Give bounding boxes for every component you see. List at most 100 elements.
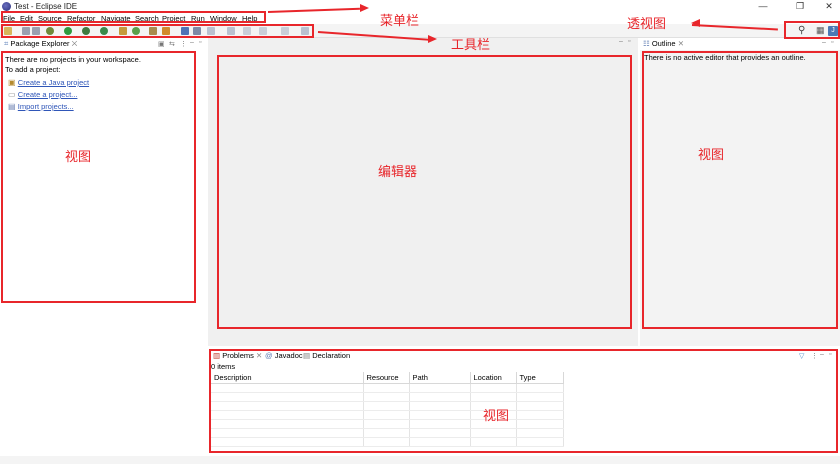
search-icon[interactable] — [181, 27, 189, 35]
next-annotation-icon[interactable] — [207, 27, 215, 35]
close-icon[interactable]: ✕ — [256, 351, 262, 360]
tab-declaration[interactable]: ▤ Declaration — [303, 350, 350, 362]
package-explorer-body: There are no projects in your workspace.… — [0, 50, 208, 350]
menu-navigate[interactable]: Navigate — [101, 14, 131, 24]
status-bar — [0, 456, 840, 464]
table-row — [211, 419, 564, 429]
menu-refactor[interactable]: Refactor — [67, 14, 95, 24]
window-title: Test - Eclipse IDE — [14, 2, 78, 11]
save-icon[interactable] — [22, 27, 30, 35]
menu-edit[interactable]: Edit — [20, 14, 33, 24]
menu-bar: File Edit Source Refactor Navigate Searc… — [0, 14, 840, 24]
debug-icon[interactable] — [46, 27, 54, 35]
menu-project[interactable]: Project — [162, 14, 185, 24]
title-bar: Test - Eclipse IDE — ❐ ✕ — [0, 0, 840, 14]
column-path[interactable]: Path — [409, 372, 471, 384]
open-type-icon[interactable] — [162, 27, 170, 35]
column-type[interactable]: Type — [516, 372, 564, 384]
tab-package-explorer[interactable]: ⌗ Package Explorer ✕ — [4, 38, 77, 50]
save-all-icon[interactable] — [32, 27, 40, 35]
maximize-view-icon[interactable]: ▫ — [829, 351, 831, 358]
table-row — [211, 401, 564, 411]
java-perspective-icon[interactable]: J — [828, 26, 838, 36]
forward-icon[interactable] — [281, 27, 289, 35]
right-view-annotation: 视图 — [698, 148, 725, 163]
editor-maximize-icon[interactable]: ▫ — [628, 38, 630, 45]
search-perspective-icon[interactable]: ⚲ — [798, 25, 805, 36]
column-description[interactable]: Description — [211, 372, 364, 384]
menu-window[interactable]: Window — [210, 14, 237, 24]
column-resource[interactable]: Resource — [363, 372, 410, 384]
run-icon[interactable] — [64, 27, 72, 35]
create-project-link[interactable]: Create a project... — [18, 90, 78, 99]
pin-editor-icon[interactable] — [301, 27, 309, 35]
maximize-view-icon[interactable]: ▫ — [199, 39, 201, 46]
problems-tab-label: Problems — [222, 351, 254, 360]
link-editor-icon[interactable]: ⇆ — [169, 40, 175, 48]
create-java-project-link-row[interactable]: ▣ Create a Java project — [8, 78, 89, 87]
outline-message: There is no active editor that provides … — [644, 53, 806, 62]
external-tools-icon[interactable] — [82, 27, 90, 35]
menubar-arrow-head — [360, 4, 369, 12]
coverage-icon[interactable] — [100, 27, 108, 35]
add-project-message: To add a project: — [5, 65, 61, 74]
collapse-all-icon[interactable]: ▣ — [158, 40, 165, 48]
tab-outline[interactable]: ☷ Outline ✕ — [643, 38, 684, 50]
problems-icon: ▥ — [213, 351, 221, 360]
new-class-icon[interactable] — [149, 27, 157, 35]
table-row — [211, 428, 564, 438]
new-icon[interactable] — [4, 27, 12, 35]
minimize-view-icon[interactable]: ‒ — [822, 39, 826, 46]
bottom-tab-bar: ▥ Problems ✕ @ Javadoc ▤ Declaration ▽ ⋮… — [209, 350, 840, 362]
minimize-button[interactable]: — — [752, 1, 774, 12]
column-location[interactable]: Location — [470, 372, 517, 384]
editor-annotation: 编辑器 — [378, 165, 418, 180]
import-icon: ▤ — [8, 102, 16, 111]
view-menu-icon[interactable]: ⋮ — [811, 352, 818, 360]
table-row — [211, 437, 564, 447]
items-count: 0 items — [211, 362, 236, 371]
minimize-view-icon[interactable]: ‒ — [190, 39, 194, 46]
new-java-project-icon[interactable] — [119, 27, 127, 35]
outline-body: There is no active editor that provides … — [640, 50, 840, 346]
menu-run[interactable]: Run — [191, 14, 205, 24]
table-row — [211, 383, 564, 393]
create-java-project-link[interactable]: Create a Java project — [18, 78, 89, 87]
maximize-view-icon[interactable]: ▫ — [831, 39, 833, 46]
tab-problems[interactable]: ▥ Problems ✕ — [213, 350, 262, 362]
last-edit-icon[interactable] — [243, 27, 251, 35]
filter-icon[interactable]: ▽ — [799, 352, 804, 360]
declaration-tab-label: Declaration — [312, 351, 351, 360]
table-row — [211, 410, 564, 420]
menu-file[interactable]: File — [3, 14, 15, 24]
close-button[interactable]: ✕ — [818, 1, 840, 12]
perspective-annotation: 透视图 — [627, 17, 667, 32]
open-perspective-icon[interactable]: ▦ — [816, 25, 825, 36]
toggle-mark-icon[interactable] — [193, 27, 201, 35]
back-icon[interactable] — [259, 27, 267, 35]
create-project-link-row[interactable]: ▭ Create a project... — [8, 90, 77, 99]
javadoc-icon: @ — [265, 351, 273, 360]
tab-javadoc[interactable]: @ Javadoc — [265, 350, 303, 362]
import-projects-link[interactable]: Import projects... — [18, 102, 74, 111]
outline-icon: ☷ — [643, 39, 650, 48]
javadoc-tab-label: Javadoc — [274, 351, 303, 360]
menu-help[interactable]: Help — [242, 14, 257, 24]
close-icon[interactable]: ✕ — [72, 39, 78, 48]
view-menu-icon[interactable]: ⋮ — [180, 40, 187, 48]
toolbar-arrow-head — [428, 35, 437, 43]
menu-source[interactable]: Source — [38, 14, 62, 24]
minimize-view-icon[interactable]: ‒ — [820, 351, 824, 358]
package-explorer-icon: ⌗ — [4, 39, 9, 48]
bottom-view-annotation: 视图 — [483, 409, 510, 424]
table-row — [211, 392, 564, 402]
editor-minimize-icon[interactable]: ‒ — [619, 38, 623, 45]
maximize-button[interactable]: ❐ — [789, 1, 811, 12]
prev-annotation-icon[interactable] — [227, 27, 235, 35]
editor-area[interactable] — [208, 38, 638, 346]
new-package-icon[interactable] — [132, 27, 140, 35]
project-icon: ▭ — [8, 90, 16, 99]
close-icon[interactable]: ✕ — [678, 39, 684, 48]
menu-search[interactable]: Search — [135, 14, 159, 24]
import-projects-link-row[interactable]: ▤ Import projects... — [8, 102, 74, 111]
